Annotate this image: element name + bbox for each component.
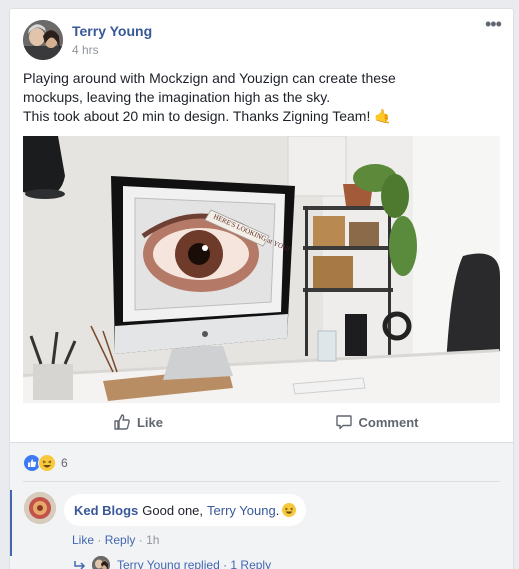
comment-actions: Like · Reply · 1h bbox=[72, 533, 159, 547]
thumbs-up-icon bbox=[113, 413, 131, 431]
comment-like-link[interactable]: Like bbox=[72, 533, 94, 547]
post-text-line: mockups, leaving the imagination high as… bbox=[23, 88, 493, 107]
replies-summary-text: Terry Young replied · 1 Reply bbox=[117, 558, 271, 569]
post-actions: Like Comment bbox=[23, 406, 500, 442]
comment-mention[interactable]: Terry Young bbox=[207, 503, 276, 518]
author-avatar[interactable] bbox=[23, 20, 63, 60]
post-text-line-3: This took about 20 min to design. Thanks… bbox=[23, 108, 370, 124]
post-timestamp[interactable]: 4 hrs bbox=[72, 43, 99, 57]
comment-separator: · bbox=[97, 533, 101, 547]
comments-divider bbox=[23, 481, 500, 482]
post-card: Terry Young 4 hrs ••• Playing around wit… bbox=[9, 8, 514, 569]
post-photo[interactable]: HERE'S LOOKING at YOU! bbox=[23, 136, 500, 403]
haha-reaction-icon bbox=[38, 454, 56, 472]
comment-text: Good one, bbox=[142, 503, 203, 518]
comment-reply-link[interactable]: Reply bbox=[105, 533, 136, 547]
comment-time[interactable]: 1h bbox=[146, 533, 159, 547]
post-text-line: Playing around with Mockzign and Youzign… bbox=[23, 69, 493, 88]
comment-highlight-bar bbox=[10, 490, 12, 556]
post-author[interactable]: Terry Young bbox=[72, 23, 152, 39]
comment-bubble: Ked Blogs Good one, Terry Young . bbox=[64, 494, 306, 526]
comment-author[interactable]: Ked Blogs bbox=[74, 503, 138, 518]
call-me-hand-emoji: 🤙 bbox=[374, 108, 391, 124]
replies-link[interactable]: Terry Young replied · 1 Reply bbox=[74, 556, 271, 569]
reply-author-avatar bbox=[92, 556, 110, 569]
more-options-icon[interactable]: ••• bbox=[485, 17, 503, 31]
like-button-label: Like bbox=[137, 415, 163, 430]
post-text-line: This took about 20 min to design. Thanks… bbox=[23, 107, 493, 126]
like-button[interactable]: Like bbox=[23, 406, 253, 438]
comment-button-label: Comment bbox=[359, 415, 419, 430]
post-text: Playing around with Mockzign and Youzign… bbox=[23, 69, 493, 126]
comment-icon bbox=[335, 413, 353, 431]
comment-separator: · bbox=[139, 533, 143, 547]
comments-section: 6 Ked Blogs Good one, Terry Young . bbox=[10, 443, 513, 569]
comment-period: . bbox=[276, 503, 280, 518]
laughing-emoji-icon bbox=[282, 503, 296, 517]
reactions-summary[interactable]: 6 bbox=[23, 454, 68, 472]
commenter-avatar[interactable] bbox=[24, 492, 56, 524]
comment-button[interactable]: Comment bbox=[253, 406, 500, 438]
reaction-count: 6 bbox=[61, 456, 68, 470]
